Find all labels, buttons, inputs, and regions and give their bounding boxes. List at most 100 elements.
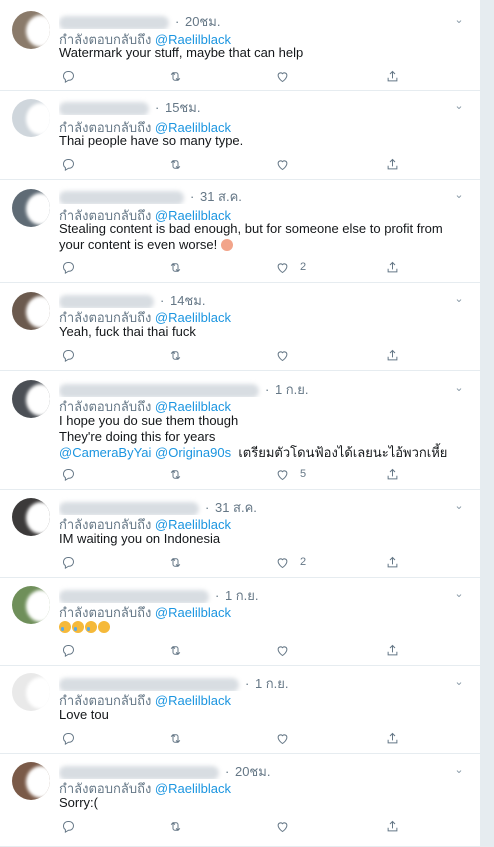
user-name[interactable] (59, 15, 169, 29)
share-button[interactable] (385, 554, 400, 570)
reply-icon (61, 69, 76, 84)
user-name[interactable] (59, 765, 219, 779)
avatar[interactable] (12, 189, 50, 227)
retweet-button[interactable] (168, 347, 193, 363)
retweet-button[interactable] (168, 642, 193, 658)
tweet-time[interactable]: 31 ส.ค. (200, 189, 242, 204)
like-button[interactable]: 2 (275, 259, 306, 275)
avatar[interactable] (12, 673, 50, 711)
replying-to-handle[interactable]: @Raelilblack (155, 517, 231, 532)
like-button[interactable] (275, 68, 300, 84)
replying-to-handle[interactable]: @Raelilblack (155, 781, 231, 796)
user-name[interactable] (59, 589, 209, 603)
tweet-time[interactable]: 1 ก.ย. (225, 588, 259, 603)
avatar[interactable] (12, 11, 50, 49)
retweet-button[interactable] (168, 730, 193, 746)
tweet-actions: 2 (59, 259, 419, 275)
share-button[interactable] (385, 818, 400, 834)
user-name[interactable] (59, 294, 154, 308)
share-button[interactable] (385, 156, 400, 172)
share-button[interactable] (385, 68, 400, 84)
tweet-text (59, 619, 464, 635)
replying-to-handle[interactable]: @Raelilblack (155, 605, 231, 620)
like-button[interactable] (275, 347, 300, 363)
tweet-time[interactable]: 1 ก.ย. (255, 676, 289, 691)
user-name[interactable] (59, 101, 149, 115)
share-button[interactable] (385, 730, 400, 746)
retweet-button[interactable] (168, 554, 193, 570)
chevron-down-icon[interactable]: ⌄ (452, 99, 466, 113)
like-button[interactable] (275, 642, 300, 658)
replying-to-handle[interactable]: @Raelilblack (155, 399, 231, 414)
share-button[interactable] (385, 466, 400, 482)
avatar[interactable] (12, 498, 50, 536)
retweet-button[interactable] (168, 466, 193, 482)
tweet[interactable]: · 14ชม. ⌄ กำลังตอบกลับถึง @Raelilblack Yeah… (0, 283, 480, 371)
chevron-down-icon[interactable]: ⌄ (452, 13, 466, 27)
reply-button[interactable] (61, 68, 76, 84)
mentions[interactable]: @CameraByYai @Origina90s (59, 445, 231, 460)
tweet-text-line: They're doing this for years (59, 429, 216, 444)
tweet[interactable]: · 31 ส.ค. ⌄ กำลังตอบกลับถึง @Raelilblack St… (0, 180, 480, 283)
share-button[interactable] (385, 259, 400, 275)
tweet-header: · 31 ส.ค. (59, 186, 450, 204)
retweet-button[interactable] (168, 259, 193, 275)
chevron-down-icon[interactable]: ⌄ (452, 499, 466, 513)
avatar[interactable] (12, 762, 50, 800)
tweet-header: · 20ชม. (59, 761, 450, 779)
chevron-down-icon[interactable]: ⌄ (452, 675, 466, 689)
reply-button[interactable] (61, 466, 76, 482)
tweet[interactable]: · 15ชม. ⌄ กำลังตอบกลับถึง @Raelilblack Thai… (0, 91, 480, 180)
replying-to-handle[interactable]: @Raelilblack (155, 693, 231, 708)
reply-button[interactable] (61, 347, 76, 363)
user-name[interactable] (59, 190, 184, 204)
avatar[interactable] (12, 292, 50, 330)
like-button[interactable] (275, 818, 300, 834)
reply-button[interactable] (61, 156, 76, 172)
chevron-down-icon[interactable]: ⌄ (452, 188, 466, 202)
reply-button[interactable] (61, 818, 76, 834)
chevron-down-icon[interactable]: ⌄ (452, 587, 466, 601)
like-button[interactable]: 5 (275, 466, 306, 482)
reply-icon (61, 643, 76, 658)
avatar[interactable] (12, 586, 50, 624)
tweet-actions (59, 642, 419, 658)
tweet[interactable]: · 20ชม. ⌄ กำลังตอบกลับถึง @Raelilblack Wate… (0, 0, 480, 91)
chevron-down-icon[interactable]: ⌄ (452, 292, 466, 306)
retweet-button[interactable] (168, 68, 193, 84)
retweet-button[interactable] (168, 818, 193, 834)
tweet[interactable]: · 1 ก.ย. ⌄ กำลังตอบกลับถึง @Raelilblack Lov… (0, 666, 480, 754)
like-count: 5 (300, 468, 307, 480)
avatar[interactable] (12, 380, 50, 418)
like-button[interactable]: 2 (275, 554, 306, 570)
user-name[interactable] (59, 677, 239, 691)
tweet-time[interactable]: 1 ก.ย. (275, 382, 309, 397)
tweet[interactable]: · 31 ส.ค. ⌄ กำลังตอบกลับถึง @Raelilblack IM… (0, 490, 480, 578)
user-name[interactable] (59, 501, 199, 515)
share-icon (385, 819, 400, 834)
tweet-time[interactable]: 15ชม. (165, 100, 200, 115)
reply-button[interactable] (61, 259, 76, 275)
tweet-time[interactable]: 20ชม. (185, 14, 220, 29)
like-button[interactable] (275, 156, 300, 172)
replying-to-label: กำลังตอบกลับถึง (59, 399, 152, 414)
tweet[interactable]: · 1 ก.ย. ⌄ กำลังตอบกลับถึง @Raelilblack I h… (0, 371, 480, 490)
avatar[interactable] (12, 99, 50, 137)
tweet-time[interactable]: 20ชม. (235, 764, 270, 779)
replying-to-handle[interactable]: @Raelilblack (155, 310, 231, 325)
reply-button[interactable] (61, 730, 76, 746)
user-name[interactable] (59, 383, 259, 397)
tweet[interactable]: · 20ชม. ⌄ กำลังตอบกลับถึง @Raelilblack Sorr… (0, 754, 480, 847)
share-button[interactable] (385, 347, 400, 363)
tweet-text-content: Thai people have so many type. (59, 133, 244, 148)
tweet-time[interactable]: 14ชม. (170, 293, 205, 308)
chevron-down-icon[interactable]: ⌄ (452, 763, 466, 777)
share-button[interactable] (385, 642, 400, 658)
chevron-down-icon[interactable]: ⌄ (452, 381, 466, 395)
tweet-time[interactable]: 31 ส.ค. (215, 500, 257, 515)
retweet-button[interactable] (168, 156, 193, 172)
reply-button[interactable] (61, 554, 76, 570)
like-button[interactable] (275, 730, 300, 746)
tweet[interactable]: · 1 ก.ย. ⌄ กำลังตอบกลับถึง @Raelilblack (0, 578, 480, 666)
reply-button[interactable] (61, 642, 76, 658)
